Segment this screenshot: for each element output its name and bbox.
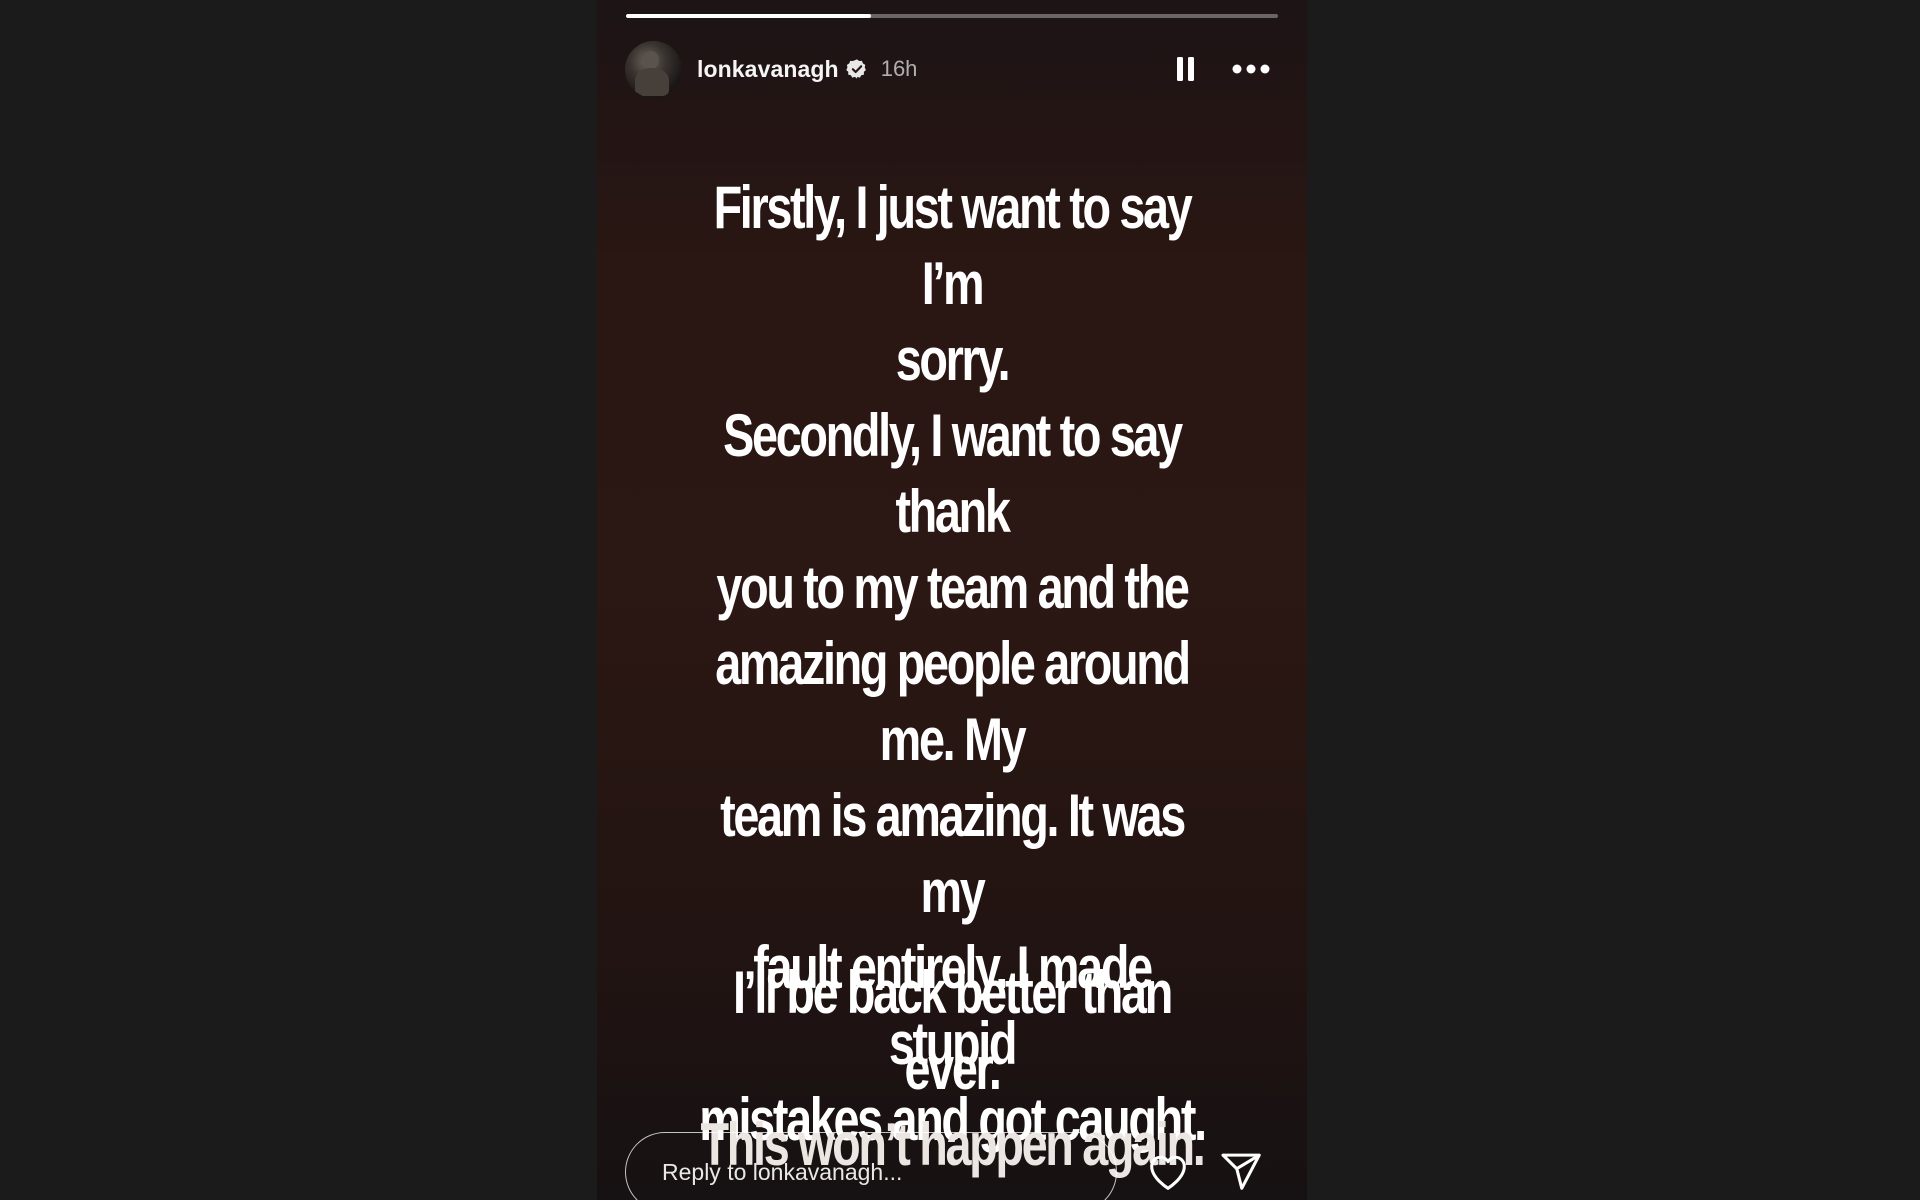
story-text-line: team is amazing. It was my <box>720 782 1186 925</box>
story-text-line: sorry. <box>895 326 1011 393</box>
story-text-line: Secondly, I want to say thank <box>723 402 1183 545</box>
more-options-icon <box>1232 64 1270 74</box>
story-viewer[interactable]: lonkavanagh 16h Firstly, I just want to … <box>597 0 1307 1200</box>
heart-icon <box>1150 1155 1186 1190</box>
story-text-line: Firstly, I just want to say I’m <box>713 174 1193 317</box>
pause-icon <box>1177 57 1194 81</box>
story-text-line: amazing people around me. My <box>715 630 1191 773</box>
story-text-line: you to my team and the <box>716 554 1190 621</box>
verified-badge-icon <box>845 59 866 79</box>
reply-input[interactable] <box>625 1132 1117 1200</box>
story-progress-fill <box>626 14 871 18</box>
send-icon <box>1221 1153 1261 1190</box>
pause-button[interactable] <box>1171 49 1201 89</box>
post-time: 16h <box>880 56 918 81</box>
story-text-line: I’ll be back better than ever. <box>733 959 1173 1102</box>
story-text-paragraph-1: Firstly, I just want to say I’m sorry. <box>699 170 1206 398</box>
story-header: lonkavanagh 16h <box>625 40 1279 98</box>
story-reply-bar <box>625 1132 1279 1200</box>
like-button[interactable] <box>1145 1149 1191 1195</box>
share-button[interactable] <box>1218 1149 1264 1195</box>
more-options-button[interactable] <box>1231 49 1271 89</box>
avatar[interactable] <box>625 40 682 98</box>
username[interactable]: lonkavanagh <box>697 56 839 83</box>
story-progress-bar <box>626 14 1278 18</box>
